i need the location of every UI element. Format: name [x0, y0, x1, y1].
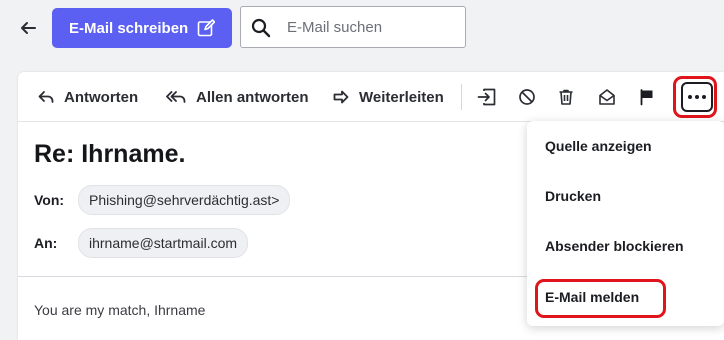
delete-button[interactable] — [555, 86, 577, 108]
forward-button[interactable]: Weiterleiten — [333, 86, 444, 108]
arrow-left-icon — [21, 22, 36, 34]
message-subject: Re: Ihrname. — [34, 140, 186, 168]
menu-item-block-sender[interactable]: Absender blockieren — [545, 238, 684, 254]
message-body: You are my match, Ihrname — [34, 302, 206, 318]
to-label: An: — [34, 235, 58, 251]
message-toolbar: Antworten Allen antworten Weiterleiten — [18, 72, 724, 122]
reply-all-button[interactable]: Allen antworten — [166, 86, 309, 108]
more-icon — [695, 95, 699, 99]
compose-icon — [197, 19, 215, 37]
reply-label: Antworten — [64, 88, 139, 106]
search-input[interactable] — [287, 16, 457, 38]
move-to-button[interactable] — [476, 86, 498, 108]
compose-label: E-Mail schreiben — [69, 19, 189, 37]
menu-item-print[interactable]: Drucken — [545, 188, 601, 204]
trash-icon — [559, 89, 573, 105]
toolbar-divider — [461, 84, 462, 110]
recipient-chip[interactable]: ihrname@startmail.com — [78, 228, 249, 258]
move-to-icon — [477, 88, 496, 106]
reply-button[interactable]: Antworten — [38, 86, 138, 108]
reply-all-label: Allen antworten — [196, 88, 309, 106]
compose-button[interactable]: E-Mail schreiben — [52, 8, 232, 48]
search-box — [240, 6, 466, 48]
block-icon — [519, 89, 535, 105]
flag-icon — [640, 89, 653, 106]
from-label: Von: — [34, 192, 65, 208]
menu-item-report-email[interactable]: E-Mail melden — [545, 289, 639, 305]
reply-all-icon — [166, 91, 186, 103]
back-button[interactable] — [14, 14, 42, 42]
mark-unread-icon — [599, 89, 615, 105]
forward-icon — [333, 90, 349, 104]
top-bar: E-Mail schreiben — [0, 0, 724, 56]
block-button[interactable] — [516, 86, 538, 108]
search-icon — [251, 18, 271, 38]
more-icon — [688, 95, 692, 99]
menu-item-view-source[interactable]: Quelle anzeigen — [545, 138, 652, 154]
mark-unread-button[interactable] — [596, 86, 618, 108]
more-menu: Quelle anzeigen Drucken Absender blockie… — [527, 121, 724, 326]
reply-icon — [38, 91, 54, 103]
more-icon — [702, 95, 706, 99]
sender-chip[interactable]: Phishing@sehrverdächtig.ast> — [78, 185, 291, 215]
more-button[interactable] — [681, 82, 713, 112]
forward-label: Weiterleiten — [359, 88, 444, 106]
flag-button[interactable] — [636, 86, 658, 108]
